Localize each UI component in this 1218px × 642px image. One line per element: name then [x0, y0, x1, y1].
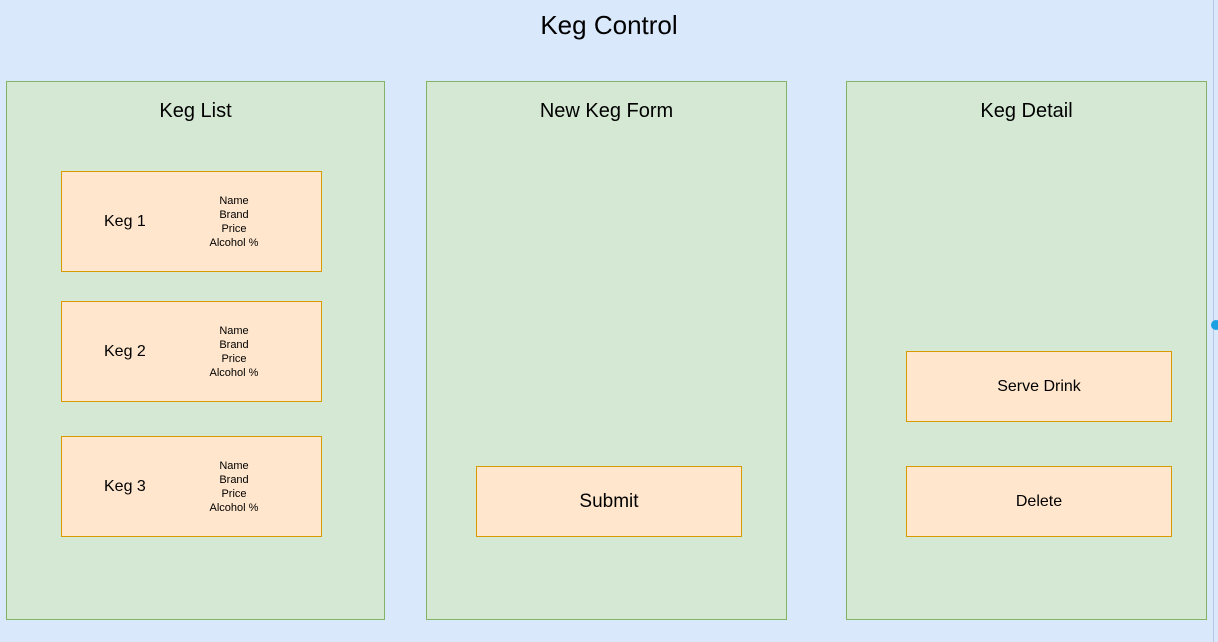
submit-button-label: Submit — [579, 490, 639, 512]
keg-field-alcohol: Alcohol % — [209, 501, 259, 514]
keg-field-price: Price — [221, 352, 247, 365]
keg-name: Keg 2 — [104, 342, 146, 360]
new-keg-form-panel: New Keg Form Submit — [426, 81, 787, 620]
keg-card-2[interactable]: Keg 2 Name Brand Price Alcohol % — [61, 301, 322, 402]
serve-drink-button[interactable]: Serve Drink — [906, 351, 1172, 422]
keg-detail-panel: Keg Detail Serve Drink Delete — [846, 81, 1207, 620]
keg-fields: Name Brand Price Alcohol % — [194, 437, 274, 536]
submit-button[interactable]: Submit — [476, 466, 742, 537]
keg-name: Keg 1 — [104, 212, 146, 230]
keg-card-3[interactable]: Keg 3 Name Brand Price Alcohol % — [61, 436, 322, 537]
connection-handle-icon[interactable] — [1211, 320, 1218, 330]
keg-field-name: Name — [219, 459, 249, 472]
keg-field-price: Price — [221, 222, 247, 235]
delete-button[interactable]: Delete — [906, 466, 1172, 537]
keg-field-price: Price — [221, 487, 247, 500]
keg-name: Keg 3 — [104, 477, 146, 495]
delete-label: Delete — [1015, 492, 1063, 510]
keg-detail-title: Keg Detail — [980, 100, 1073, 122]
keg-field-alcohol: Alcohol % — [209, 366, 259, 379]
keg-fields: Name Brand Price Alcohol % — [194, 172, 274, 271]
keg-list-panel: Keg List Keg 1 Name Brand Price Alcohol … — [6, 81, 385, 620]
keg-card-1[interactable]: Keg 1 Name Brand Price Alcohol % — [61, 171, 322, 272]
keg-field-brand: Brand — [219, 473, 249, 486]
serve-drink-label: Serve Drink — [997, 377, 1081, 395]
diagram-title: Keg Control — [540, 10, 678, 40]
keg-fields: Name Brand Price Alcohol % — [194, 302, 274, 401]
keg-field-alcohol: Alcohol % — [209, 236, 259, 249]
keg-field-name: Name — [219, 194, 249, 207]
new-keg-form-title: New Keg Form — [539, 100, 674, 122]
keg-field-name: Name — [219, 324, 249, 337]
keg-field-brand: Brand — [219, 338, 249, 351]
keg-list-title: Keg List — [159, 100, 232, 122]
keg-field-brand: Brand — [219, 208, 249, 221]
